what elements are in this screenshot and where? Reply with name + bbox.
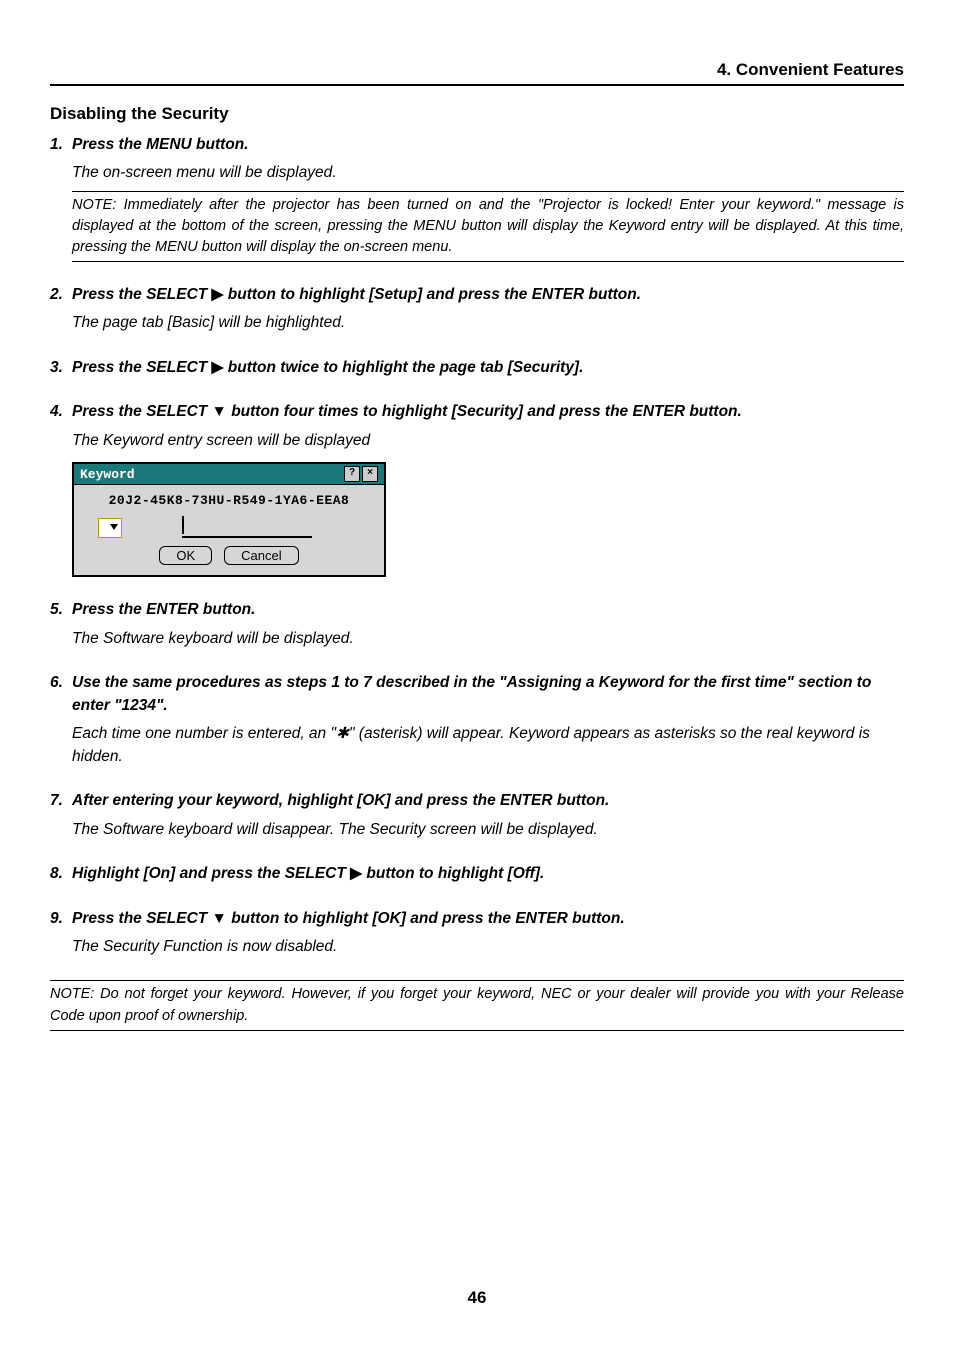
page-number: 46	[0, 1288, 954, 1308]
manual-page: 4. Convenient Features Disabling the Sec…	[0, 0, 954, 1348]
step-sub: The page tab [Basic] will be highlighted…	[72, 312, 904, 334]
dialog-dropdown[interactable]	[98, 518, 122, 538]
step-note: NOTE: Immediately after the projector ha…	[72, 191, 904, 262]
down-arrow-icon: ▼	[212, 403, 227, 420]
step-number: 6.	[50, 672, 72, 717]
dialog-titlebar: Keyword ? ×	[74, 464, 384, 485]
step-number: 7.	[50, 790, 72, 812]
help-icon[interactable]: ?	[344, 466, 360, 482]
cancel-button[interactable]: Cancel	[224, 546, 298, 565]
steps-list: 1. Press the MENU button. The on-screen …	[50, 134, 904, 958]
dialog-title-text: Keyword	[80, 467, 135, 482]
final-note: NOTE: Do not forget your keyword. Howeve…	[50, 980, 904, 1030]
step-heading: Press the MENU button.	[72, 134, 904, 156]
right-arrow-icon: ▶	[212, 359, 224, 376]
step-sub: Each time one number is entered, an "✱" …	[72, 723, 904, 768]
step-sub: The Software keyboard will be displayed.	[72, 628, 904, 650]
step-heading: Press the SELECT ▼ button four times to …	[72, 401, 904, 423]
step-1: 1. Press the MENU button. The on-screen …	[50, 134, 904, 262]
step-2: 2. Press the SELECT ▶ button to highligh…	[50, 284, 904, 335]
step-sub: The on-screen menu will be displayed.	[72, 162, 904, 184]
step-5: 5. Press the ENTER button. The Software …	[50, 599, 904, 650]
step-number: 3.	[50, 357, 72, 379]
step-8: 8. Highlight [On] and press the SELECT ▶…	[50, 863, 904, 885]
dialog-input[interactable]	[182, 518, 312, 538]
step-6: 6. Use the same procedures as steps 1 to…	[50, 672, 904, 768]
step-number: 1.	[50, 134, 72, 156]
step-number: 2.	[50, 284, 72, 306]
step-7: 7. After entering your keyword, highligh…	[50, 790, 904, 841]
step-heading: Press the SELECT ▶ button to highlight […	[72, 284, 904, 306]
chapter-title: 4. Convenient Features	[717, 60, 904, 79]
right-arrow-icon: ▶	[212, 286, 224, 303]
page-header: 4. Convenient Features	[50, 60, 904, 86]
dialog-code: 20J2-45K8-73HU-R549-1YA6-EEA8	[74, 485, 384, 514]
down-arrow-icon: ▼	[212, 910, 227, 927]
ok-button[interactable]: OK	[159, 546, 212, 565]
step-heading: Press the SELECT ▶ button twice to highl…	[72, 357, 904, 379]
step-heading: After entering your keyword, highlight […	[72, 790, 904, 812]
step-heading: Press the ENTER button.	[72, 599, 904, 621]
step-9: 9. Press the SELECT ▼ button to highligh…	[50, 908, 904, 959]
step-heading: Highlight [On] and press the SELECT ▶ bu…	[72, 863, 904, 885]
step-sub: The Security Function is now disabled.	[72, 936, 904, 958]
close-icon[interactable]: ×	[362, 466, 378, 482]
step-number: 8.	[50, 863, 72, 885]
step-sub: The Keyword entry screen will be display…	[72, 430, 904, 452]
step-heading: Press the SELECT ▼ button to highlight […	[72, 908, 904, 930]
step-number: 4.	[50, 401, 72, 423]
step-heading: Use the same procedures as steps 1 to 7 …	[72, 672, 904, 717]
step-4: 4. Press the SELECT ▼ button four times …	[50, 401, 904, 577]
step-sub: The Software keyboard will disappear. Th…	[72, 819, 904, 841]
section-title: Disabling the Security	[50, 104, 904, 124]
step-3: 3. Press the SELECT ▶ button twice to hi…	[50, 357, 904, 379]
right-arrow-icon: ▶	[350, 865, 362, 882]
step-number: 5.	[50, 599, 72, 621]
step-number: 9.	[50, 908, 72, 930]
keyword-dialog: Keyword ? × 20J2-45K8-73HU-R549-1YA6-EEA…	[72, 462, 386, 577]
